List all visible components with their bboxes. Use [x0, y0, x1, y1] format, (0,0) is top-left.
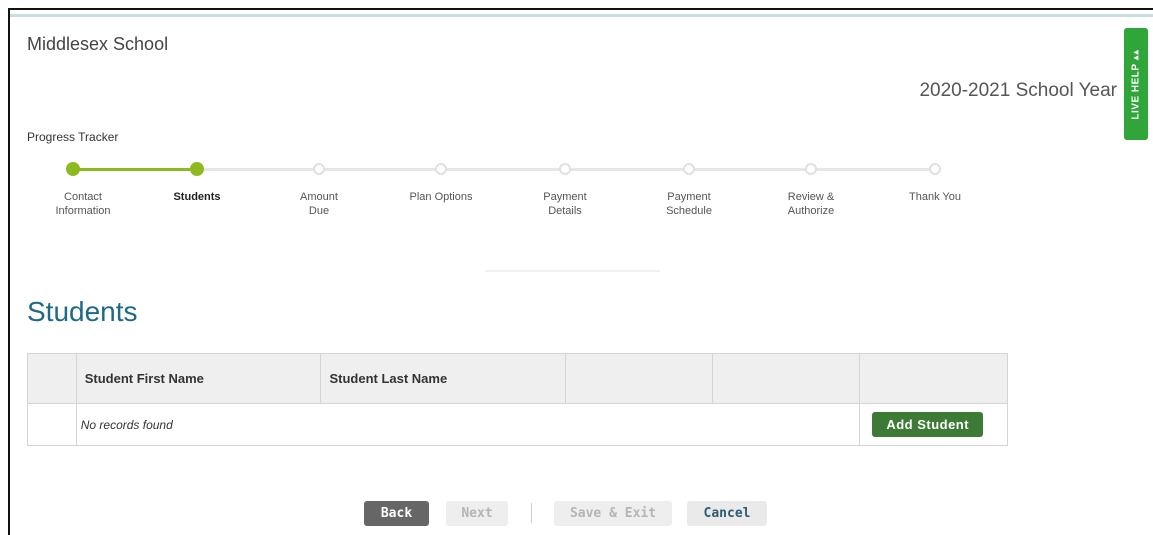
progress-step-dot — [435, 163, 447, 175]
progress-step-label: Contact Information — [55, 191, 111, 217]
progress-tracker-title: Progress Tracker — [27, 130, 119, 144]
table-row: No records found Add Student — [27, 403, 1008, 446]
progress-step-label: Amount Due — [300, 191, 338, 217]
progress-step-label: Payment Schedule — [666, 191, 712, 217]
progress-step-dot — [559, 163, 571, 175]
page-title: Students — [27, 296, 138, 327]
arrows-icon: ▴▴ — [1130, 48, 1142, 60]
live-help-label: LIVE HELP — [1130, 62, 1142, 120]
students-table: Student First Name Student Last Name No … — [27, 353, 1008, 446]
back-button[interactable]: Back — [364, 501, 429, 526]
save-exit-button[interactable]: Save & Exit — [554, 501, 672, 526]
progress-step-label: Payment Details — [543, 191, 587, 217]
header-rule — [10, 14, 1153, 17]
school-year: 2020-2021 School Year — [919, 80, 1117, 101]
column-header-select — [27, 353, 77, 404]
progress-track-complete — [73, 168, 197, 171]
divider — [485, 270, 660, 272]
cancel-button[interactable]: Cancel — [687, 501, 767, 526]
progress-step-dot — [313, 163, 325, 175]
no-records-text: No records found — [80, 418, 173, 432]
live-help-button[interactable]: LIVE HELP ▴▴ — [1124, 28, 1148, 140]
column-header-actions — [859, 353, 1008, 404]
next-button[interactable]: Next — [446, 501, 508, 526]
progress-step-dot — [190, 162, 204, 176]
progress-step-dot — [683, 163, 695, 175]
column-header-4 — [565, 353, 714, 404]
school-name: Middlesex School — [27, 34, 169, 54]
progress-step-label: Plan Options — [409, 191, 473, 203]
column-header-5 — [712, 353, 861, 404]
table-header-row: Student First Name Student Last Name — [27, 353, 1008, 404]
column-header-last-name[interactable]: Student Last Name — [320, 353, 567, 404]
actions-cell: Add Student — [859, 403, 1008, 446]
button-separator — [531, 503, 532, 523]
progress-step-dot — [929, 163, 941, 175]
progress-step-dot — [66, 162, 80, 176]
empty-cell: No records found — [75, 403, 861, 446]
row-cell-select — [27, 403, 77, 446]
progress-step-dot — [805, 163, 817, 175]
progress-step-label: Review & Authorize — [787, 191, 835, 217]
progress-step-label: Students — [173, 191, 221, 203]
column-header-first-name[interactable]: Student First Name — [75, 353, 322, 404]
progress-step-label: Thank You — [909, 191, 961, 203]
add-student-button[interactable]: Add Student — [872, 412, 984, 437]
